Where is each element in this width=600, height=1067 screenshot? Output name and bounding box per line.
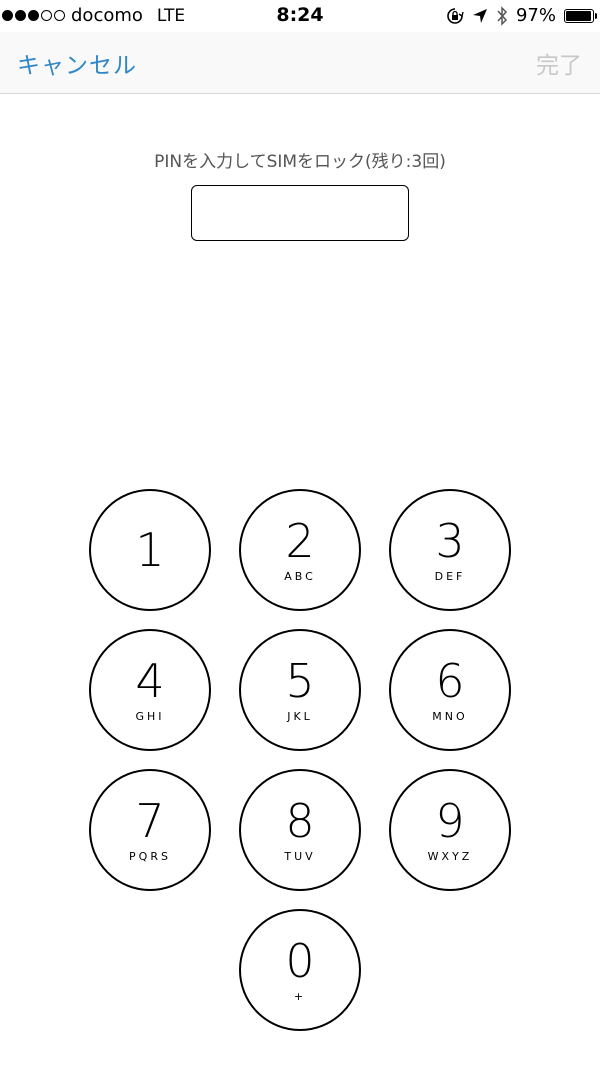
key-digit: 7 xyxy=(135,793,165,848)
keypad-key-1[interactable]: 1 xyxy=(89,489,211,611)
key-letters: ABC xyxy=(284,569,316,583)
key-letters: WXYZ xyxy=(427,849,473,863)
key-digit: 6 xyxy=(435,653,465,708)
keypad-key-4[interactable]: 4 GHI xyxy=(89,629,211,751)
key-digit: 3 xyxy=(435,513,465,568)
battery-icon xyxy=(564,8,597,23)
keypad-key-0[interactable]: 0 + xyxy=(239,909,361,1031)
key-digit: 5 xyxy=(285,653,315,708)
battery-percentage: 97% xyxy=(515,5,556,26)
key-letters: MNO xyxy=(432,709,468,723)
status-right: 97% xyxy=(446,5,597,26)
key-letters: GHI xyxy=(135,709,165,723)
key-digit: 8 xyxy=(285,793,315,848)
keypad-key-5[interactable]: 5 JKL xyxy=(239,629,361,751)
keypad-key-3[interactable]: 3 DEF xyxy=(389,489,511,611)
key-digit: 4 xyxy=(135,653,165,708)
done-button[interactable]: 完了 xyxy=(536,46,582,80)
key-letters: DEF xyxy=(434,569,466,583)
key-digit: 0 xyxy=(285,933,315,988)
keypad-key-2[interactable]: 2 ABC xyxy=(239,489,361,611)
bluetooth-icon xyxy=(497,5,508,26)
navigation-bar: キャンセル 完了 xyxy=(0,32,600,94)
battery-fill xyxy=(566,10,592,21)
status-bar: docomo LTE 8:24 97% xyxy=(0,0,600,32)
pin-prompt: PINを入力してSIMをロック(残り:3回) xyxy=(154,152,446,172)
keypad-key-9[interactable]: 9 WXYZ xyxy=(389,769,511,891)
keypad-key-6[interactable]: 6 MNO xyxy=(389,629,511,751)
cancel-button[interactable]: キャンセル xyxy=(17,46,137,80)
orientation-lock-icon xyxy=(447,7,464,24)
pin-input[interactable] xyxy=(191,185,409,241)
location-icon xyxy=(472,8,487,23)
keypad-key-8[interactable]: 8 TUV xyxy=(239,769,361,891)
key-letters: TUV xyxy=(284,849,316,863)
key-digit: 2 xyxy=(285,513,315,568)
sim-pin-screen: docomo LTE 8:24 97% キャンセル 完了 PINを入力してSIM… xyxy=(0,0,600,1067)
key-digit: 1 xyxy=(135,523,165,577)
key-letters: PQRS xyxy=(129,849,171,863)
keypad-key-7[interactable]: 7 PQRS xyxy=(89,769,211,891)
key-letters: + xyxy=(293,989,307,1003)
key-digit: 9 xyxy=(435,793,465,848)
key-letters: JKL xyxy=(287,709,313,723)
